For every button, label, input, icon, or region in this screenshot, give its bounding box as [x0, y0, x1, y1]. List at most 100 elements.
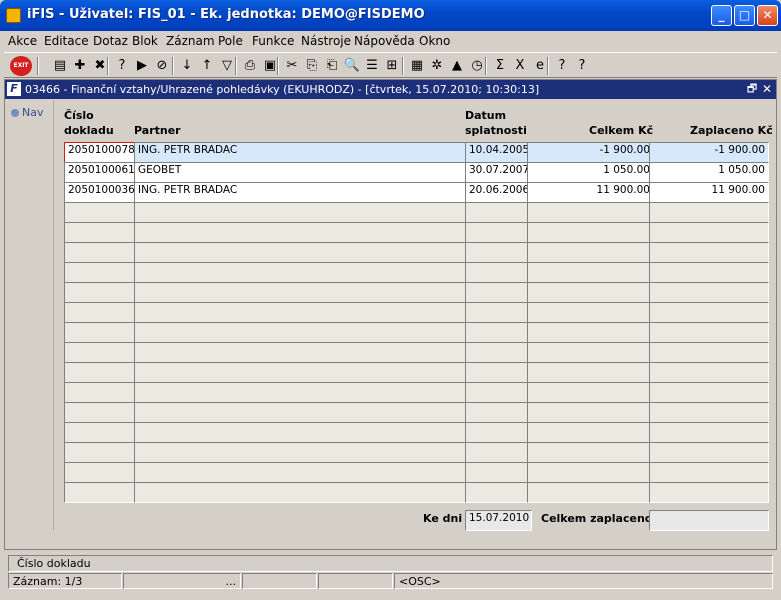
menu-pole[interactable]: Pole [218, 34, 243, 48]
total-cell[interactable]: -1 900.00 [527, 142, 654, 163]
context-help-icon[interactable]: ? [572, 56, 592, 76]
doc-cell[interactable]: 2050100036 [64, 182, 140, 203]
total-cell[interactable]: 11 900.00 [527, 182, 654, 203]
menu-okno[interactable]: Okno [419, 34, 450, 48]
total-cell[interactable] [527, 362, 654, 383]
menu-blok[interactable]: Blok [132, 34, 158, 48]
due-cell[interactable] [465, 202, 532, 223]
total-cell[interactable] [527, 442, 654, 463]
total-cell[interactable] [527, 482, 654, 503]
paid-cell[interactable] [649, 302, 769, 323]
warning-icon[interactable]: ▲ [447, 56, 467, 76]
find-icon[interactable]: 🔍 [342, 56, 362, 76]
partner-cell[interactable] [134, 362, 471, 383]
paid-cell[interactable]: 1 050.00 [649, 162, 769, 183]
exit-button[interactable]: EXIT [10, 56, 32, 76]
paid-cell[interactable] [649, 442, 769, 463]
partner-cell[interactable] [134, 282, 471, 303]
menu-editace[interactable]: Editace [44, 34, 89, 48]
total-cell[interactable] [527, 382, 654, 403]
ke-dni-field[interactable]: 15.07.2010 [465, 510, 532, 531]
paid-cell[interactable] [649, 202, 769, 223]
total-cell[interactable] [527, 202, 654, 223]
save-icon[interactable]: ▤ [50, 56, 70, 76]
total-cell[interactable] [527, 242, 654, 263]
total-cell[interactable] [527, 262, 654, 283]
restore-icon[interactable]: 🗗 [745, 82, 759, 96]
close-button[interactable]: ✕ [757, 5, 778, 26]
partner-cell[interactable] [134, 342, 471, 363]
sum-icon[interactable]: Σ [490, 56, 510, 76]
total-cell[interactable] [527, 422, 654, 443]
cut-icon[interactable]: ✂ [282, 56, 302, 76]
due-cell[interactable] [465, 242, 532, 263]
total-cell[interactable]: 1 050.00 [527, 162, 654, 183]
menu-akce[interactable]: Akce [8, 34, 37, 48]
due-cell[interactable] [465, 382, 532, 403]
doc-cell[interactable] [64, 422, 140, 443]
sort-asc-icon[interactable]: ↓ [177, 56, 197, 76]
doc-cell[interactable] [64, 262, 140, 283]
total-paid-field[interactable] [649, 510, 769, 531]
menu-nastroje[interactable]: Nástroje [301, 34, 351, 48]
due-cell[interactable] [465, 402, 532, 423]
due-cell[interactable] [465, 362, 532, 383]
total-cell[interactable] [527, 302, 654, 323]
due-cell[interactable] [465, 282, 532, 303]
total-cell[interactable] [527, 322, 654, 343]
doc-cell[interactable]: 2050100078 [64, 142, 140, 163]
partner-cell[interactable] [134, 202, 471, 223]
paid-cell[interactable] [649, 402, 769, 423]
doc-cell[interactable] [64, 282, 140, 303]
due-cell[interactable] [465, 262, 532, 283]
total-cell[interactable] [527, 402, 654, 423]
doc-cell[interactable] [64, 302, 140, 323]
total-cell[interactable] [527, 462, 654, 483]
due-cell[interactable] [465, 462, 532, 483]
paid-cell[interactable] [649, 322, 769, 343]
paid-cell[interactable]: 11 900.00 [649, 182, 769, 203]
cancel-query-icon[interactable]: ⊘ [152, 56, 172, 76]
nav-label[interactable]: Nav [22, 106, 43, 119]
partner-cell[interactable] [134, 442, 471, 463]
doc-cell[interactable] [64, 462, 140, 483]
doc-cell[interactable] [64, 402, 140, 423]
paid-cell[interactable] [649, 422, 769, 443]
doc-cell[interactable] [64, 382, 140, 403]
print-icon[interactable]: ⎙ [240, 56, 260, 76]
excel-icon[interactable]: X [510, 56, 530, 76]
due-cell[interactable] [465, 322, 532, 343]
doc-cell[interactable] [64, 242, 140, 263]
doc-cell[interactable] [64, 202, 140, 223]
doc-cell[interactable] [64, 482, 140, 503]
due-cell[interactable] [465, 482, 532, 503]
partner-cell[interactable] [134, 482, 471, 503]
due-cell[interactable] [465, 302, 532, 323]
doc-cell[interactable] [64, 442, 140, 463]
split-icon[interactable]: ⊞ [382, 56, 402, 76]
due-cell[interactable] [465, 222, 532, 243]
doc-cell[interactable] [64, 322, 140, 343]
paid-cell[interactable] [649, 242, 769, 263]
menu-dotaz[interactable]: Dotaz [93, 34, 128, 48]
doc-cell[interactable] [64, 222, 140, 243]
paid-cell[interactable] [649, 382, 769, 403]
paid-cell[interactable] [649, 222, 769, 243]
minimize-button[interactable]: _ [711, 5, 732, 26]
total-cell[interactable] [527, 342, 654, 363]
maximize-button[interactable]: □ [734, 5, 755, 26]
partner-cell[interactable] [134, 382, 471, 403]
partner-cell[interactable] [134, 402, 471, 423]
due-cell[interactable]: 10.04.2005 [465, 142, 532, 163]
partner-cell[interactable] [134, 222, 471, 243]
paste-icon[interactable]: ⎗ [322, 56, 342, 76]
paid-cell[interactable]: -1 900.00 [649, 142, 769, 163]
doc-cell[interactable] [64, 342, 140, 363]
partner-cell[interactable] [134, 242, 471, 263]
partner-cell[interactable] [134, 322, 471, 343]
form-title-bar[interactable]: F 03466 - Finanční vztahy/Uhrazené pohle… [5, 80, 776, 99]
filter-icon[interactable]: ▽ [217, 56, 237, 76]
partner-cell[interactable] [134, 262, 471, 283]
execute-query-icon[interactable]: ▶ [132, 56, 152, 76]
doc-cell[interactable]: 2050100061 [64, 162, 140, 183]
